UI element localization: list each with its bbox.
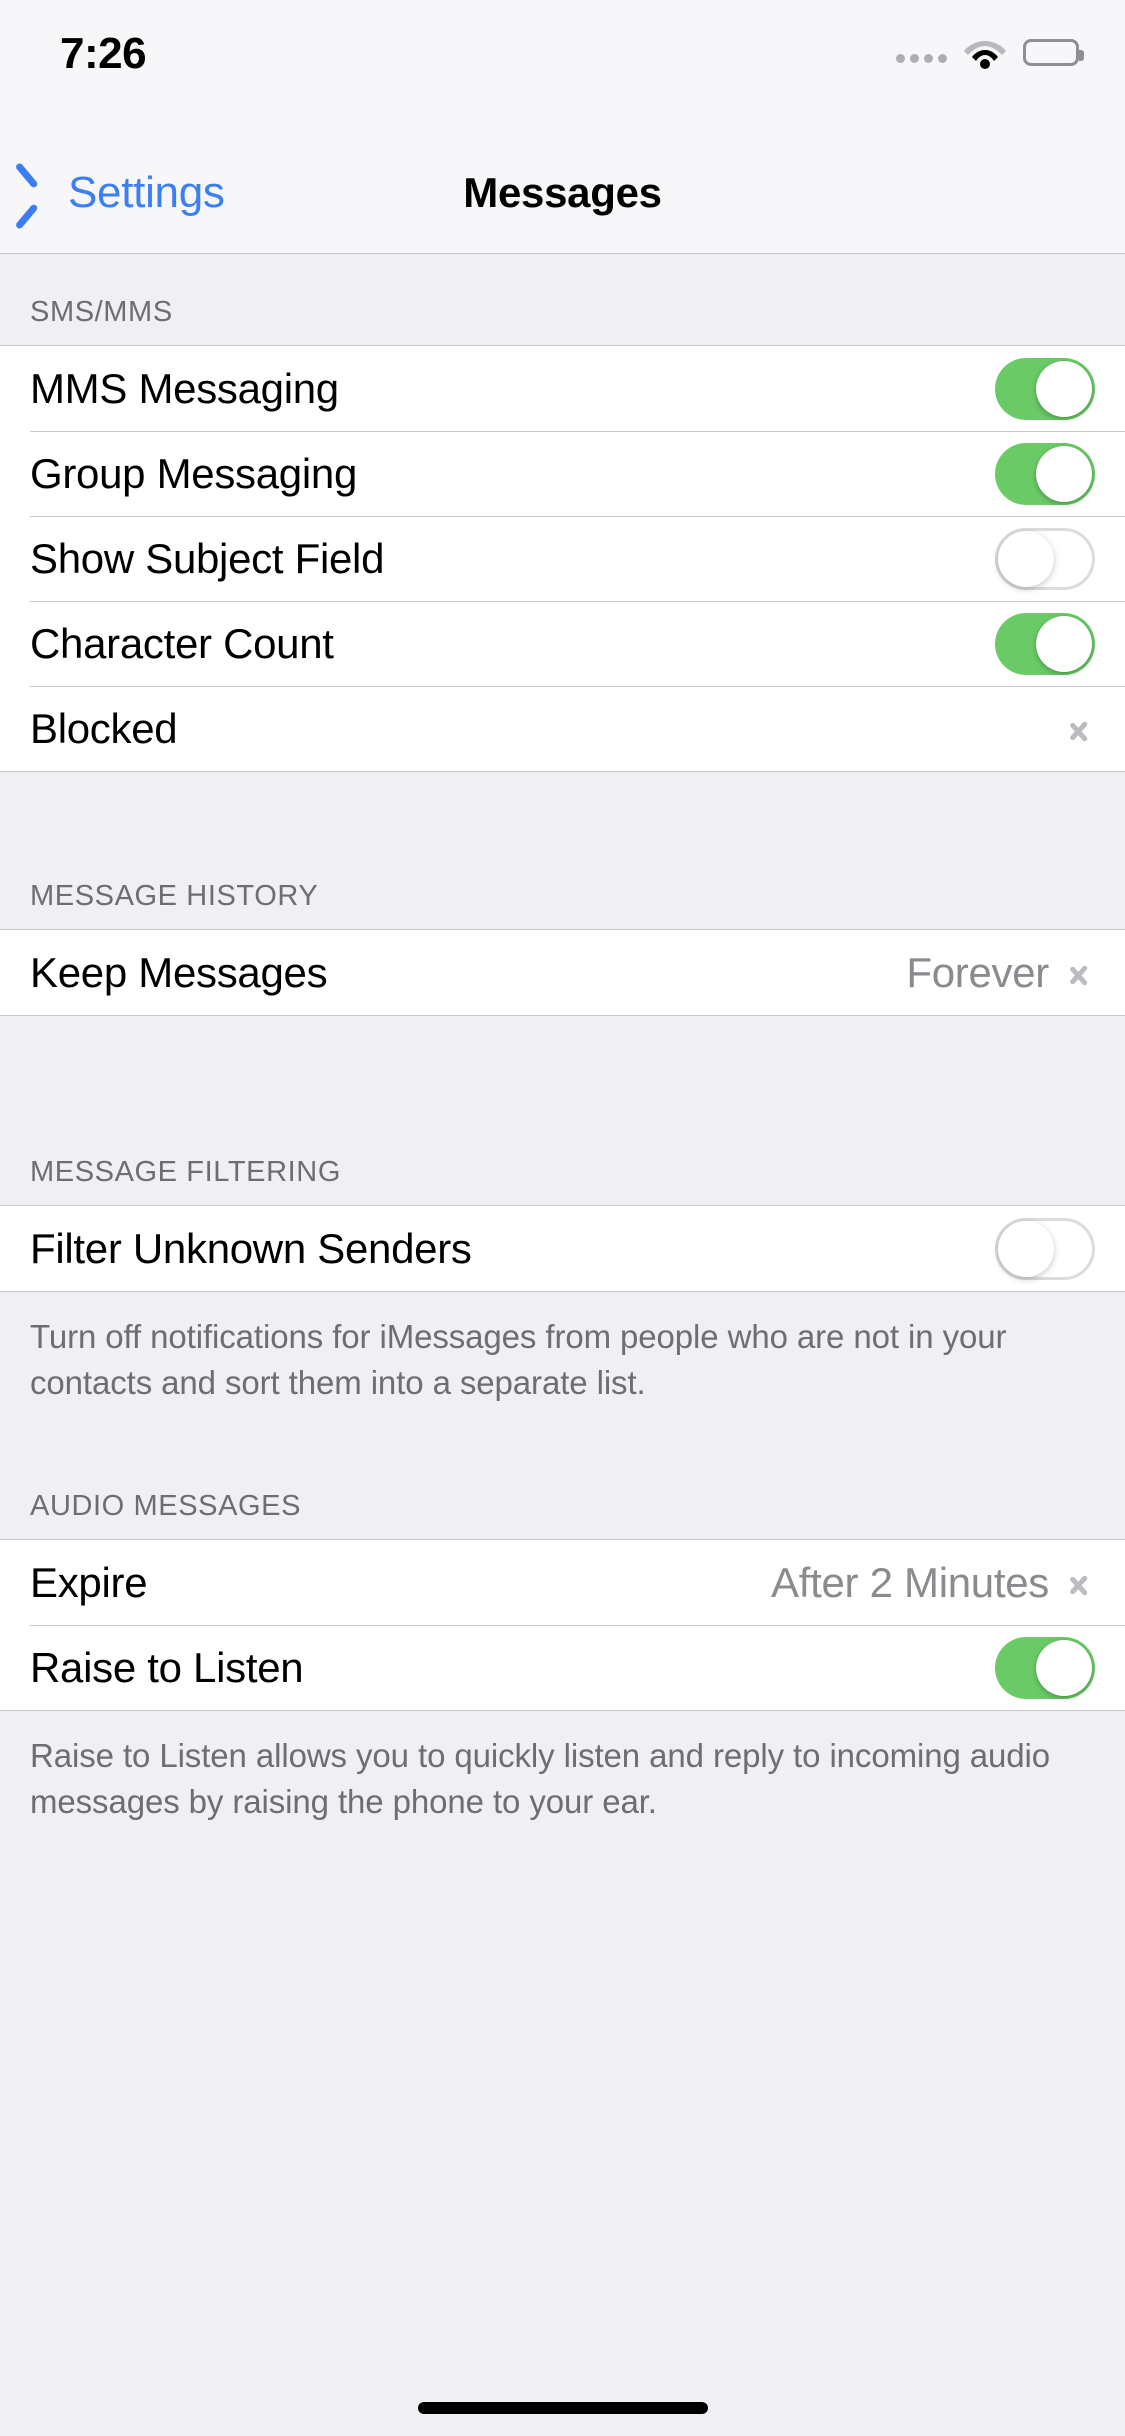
row-keep-messages[interactable]: Keep Messages Forever (0, 930, 1125, 1015)
row-expire[interactable]: Expire After 2 Minutes (0, 1540, 1125, 1625)
toggle-show-subject-field[interactable] (995, 527, 1095, 590)
row-raise-to-listen[interactable]: Raise to Listen (0, 1625, 1125, 1710)
navigation-bar: Messages Settings (0, 132, 1125, 254)
row-blocked[interactable]: Blocked (0, 686, 1125, 771)
row-label: Group Messaging (30, 449, 358, 497)
messages-settings-screen: 7:26 Messages Settings SMS/MMS MMS Messa… (0, 0, 1125, 2436)
status-bar: 7:26 (0, 0, 1125, 132)
row-character-count[interactable]: Character Count (0, 601, 1125, 686)
chevron-right-icon (1069, 711, 1089, 747)
row-label: Show Subject Field (30, 534, 385, 582)
footer-note-audio-messages: Raise to Listen allows you to quickly li… (0, 1711, 1125, 1901)
home-indicator[interactable] (417, 2402, 708, 2414)
back-button-label: Settings (68, 168, 225, 217)
row-value: Forever (906, 948, 1049, 996)
footer-note-message-filtering: Turn off notifications for iMessages fro… (0, 1292, 1125, 1436)
row-label: MMS Messaging (30, 364, 339, 412)
signal-dots-icon (896, 41, 947, 63)
row-show-subject-field[interactable]: Show Subject Field (0, 516, 1125, 601)
row-label: Filter Unknown Senders (30, 1224, 472, 1272)
row-value: After 2 Minutes (771, 1558, 1049, 1606)
row-label: Raise to Listen (30, 1643, 304, 1691)
section-header-message-filtering: MESSAGE FILTERING (0, 1016, 1125, 1206)
row-mms-messaging[interactable]: MMS Messaging (0, 346, 1125, 431)
section-group-sms-mms: MMS Messaging Group Messaging Show Subje… (0, 346, 1125, 772)
wifi-icon (963, 35, 1007, 69)
toggle-mms-messaging[interactable] (995, 357, 1095, 420)
section-group-message-filtering: Filter Unknown Senders (0, 1206, 1125, 1292)
toggle-raise-to-listen[interactable] (995, 1636, 1095, 1699)
row-filter-unknown-senders[interactable]: Filter Unknown Senders (0, 1206, 1125, 1291)
toggle-group-messaging[interactable] (995, 442, 1095, 505)
settings-list: SMS/MMS MMS Messaging Group Messaging Sh… (0, 254, 1125, 1901)
section-header-audio-messages: AUDIO MESSAGES (0, 1436, 1125, 1540)
chevron-left-icon (28, 168, 58, 218)
back-button[interactable]: Settings (28, 132, 225, 254)
chevron-right-icon (1069, 1565, 1089, 1601)
section-group-message-history: Keep Messages Forever (0, 930, 1125, 1016)
row-group-messaging[interactable]: Group Messaging (0, 431, 1125, 516)
status-bar-time: 7:26 (60, 29, 147, 78)
status-bar-indicators (896, 26, 1084, 78)
section-header-sms-mms: SMS/MMS (0, 254, 1125, 346)
chevron-right-icon (1069, 955, 1089, 991)
toggle-character-count[interactable] (995, 612, 1095, 675)
row-label: Keep Messages (30, 948, 328, 996)
row-label: Character Count (30, 619, 334, 667)
row-label: Expire (30, 1558, 148, 1606)
row-label: Blocked (30, 704, 178, 752)
section-group-audio-messages: Expire After 2 Minutes Raise to Listen (0, 1540, 1125, 1711)
toggle-filter-unknown-senders[interactable] (995, 1217, 1095, 1280)
battery-icon (1023, 38, 1084, 66)
section-header-message-history: MESSAGE HISTORY (0, 772, 1125, 930)
